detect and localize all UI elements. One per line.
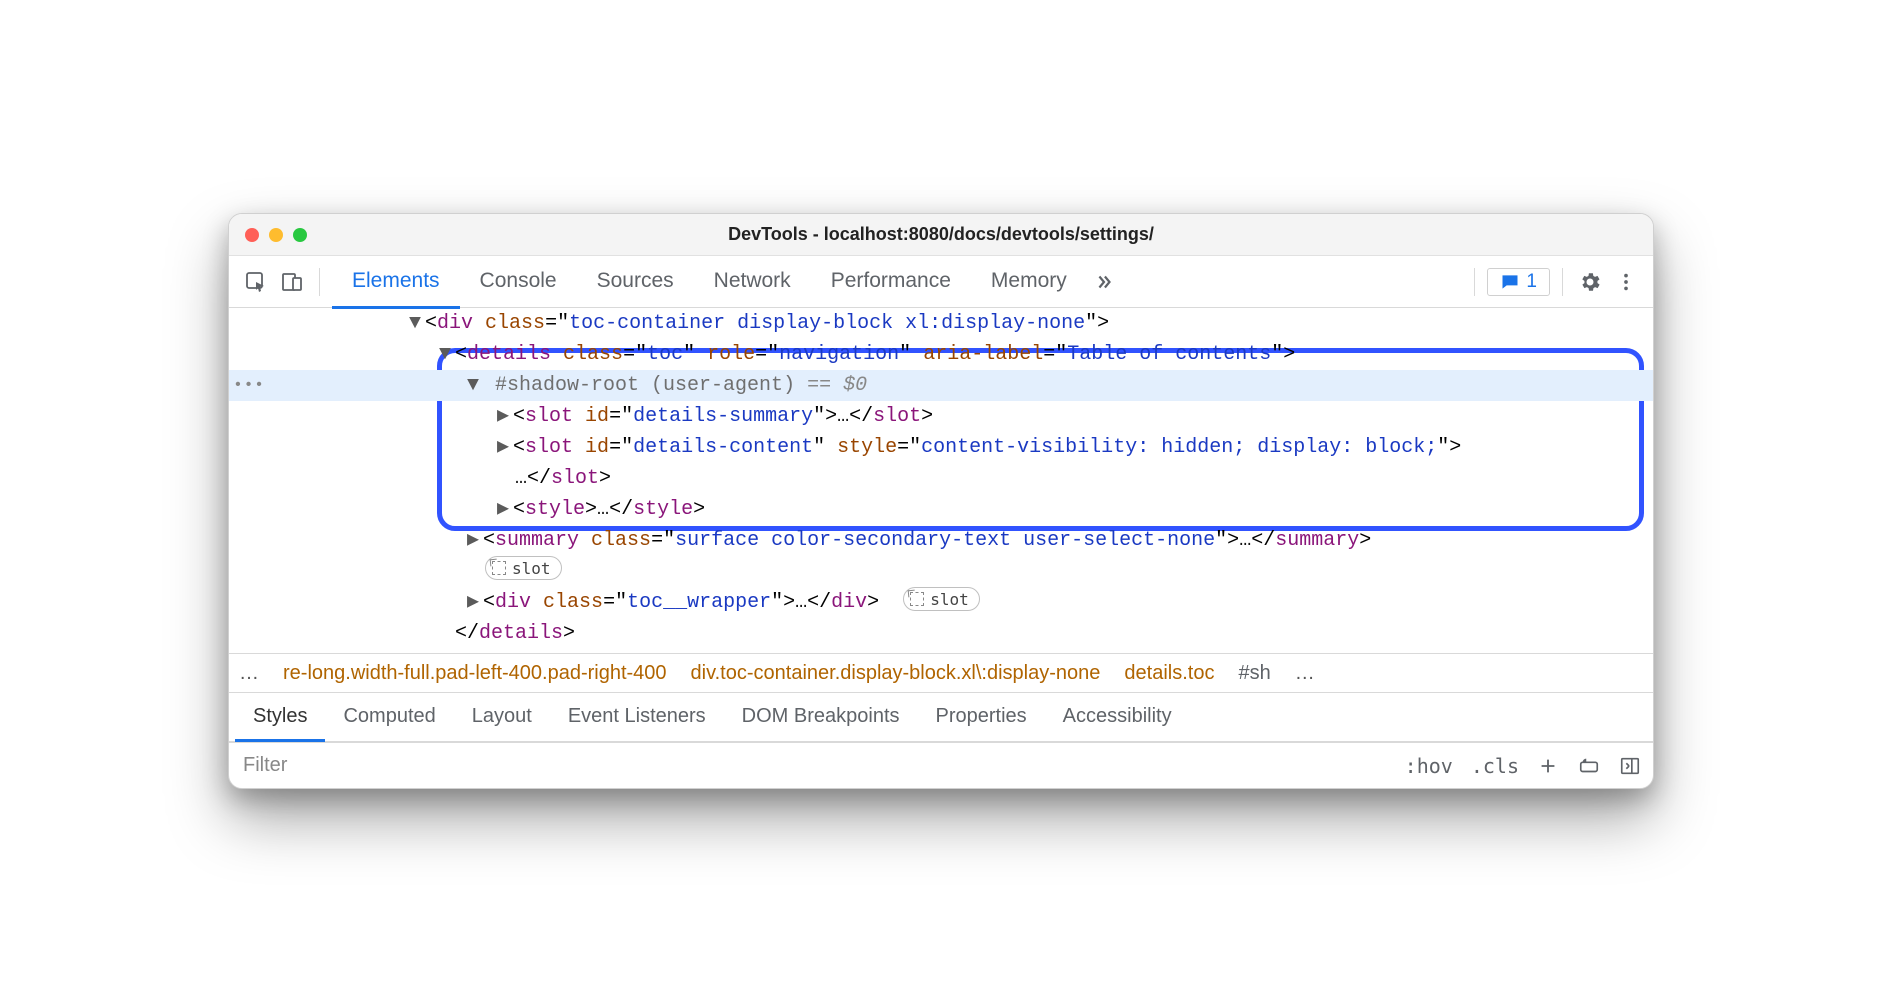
devtools-window: DevTools - localhost:8080/docs/devtools/… bbox=[228, 213, 1654, 789]
crumb-item[interactable]: #sh bbox=[1238, 662, 1270, 685]
new-style-rule-icon[interactable] bbox=[1537, 755, 1559, 777]
disclosure-open-icon[interactable]: ▼ bbox=[467, 370, 483, 401]
shadow-root-label: #shadow-root (user-agent) bbox=[495, 374, 795, 397]
disclosure-closed-icon[interactable]: ▶ bbox=[497, 401, 513, 432]
inspect-icon[interactable] bbox=[241, 267, 271, 297]
device-toggle-icon[interactable] bbox=[277, 267, 307, 297]
tab-sources[interactable]: Sources bbox=[577, 256, 694, 309]
dom-row[interactable]: ▶<slot id="details-summary">…</slot> bbox=[229, 401, 1653, 432]
tab-memory[interactable]: Memory bbox=[971, 256, 1087, 309]
dom-row[interactable]: ▶<div class="toc__wrapper">…</div> slot bbox=[229, 587, 1653, 618]
titlebar: DevTools - localhost:8080/docs/devtools/… bbox=[229, 214, 1653, 256]
selected-eq0: == $0 bbox=[807, 374, 867, 397]
reveal-icon bbox=[492, 561, 506, 575]
crumb-item[interactable]: div.toc-container.display-block.xl\:disp… bbox=[691, 662, 1101, 685]
issues-count: 1 bbox=[1526, 271, 1537, 293]
toolbar-divider bbox=[1562, 268, 1563, 296]
tab-performance[interactable]: Performance bbox=[811, 256, 971, 309]
window-title: DevTools - localhost:8080/docs/devtools/… bbox=[229, 224, 1653, 245]
subtab-computed[interactable]: Computed bbox=[325, 694, 453, 742]
subtab-layout[interactable]: Layout bbox=[454, 694, 550, 742]
dom-breadcrumbs[interactable]: … re-long.width-full.pad-left-400.pad-ri… bbox=[229, 653, 1653, 693]
subtab-event-listeners[interactable]: Event Listeners bbox=[550, 694, 724, 742]
traffic-lights bbox=[245, 228, 307, 242]
disclosure-closed-icon[interactable]: ▶ bbox=[497, 494, 513, 525]
disclosure-closed-icon[interactable]: ▶ bbox=[467, 525, 483, 556]
tab-console[interactable]: Console bbox=[460, 256, 577, 309]
cls-toggle[interactable]: .cls bbox=[1471, 754, 1519, 778]
dom-row-selected[interactable]: ••• ▼ #shadow-root (user-agent) == $0 bbox=[229, 370, 1653, 401]
disclosure-closed-icon[interactable]: ▶ bbox=[497, 432, 513, 463]
tab-network[interactable]: Network bbox=[694, 256, 811, 309]
close-button[interactable] bbox=[245, 228, 259, 242]
main-toolbar: Elements Console Sources Network Perform… bbox=[229, 256, 1653, 308]
dom-row[interactable]: ▶<style>…</style> bbox=[229, 494, 1653, 525]
gutter-dots[interactable]: ••• bbox=[229, 370, 269, 401]
gear-icon[interactable] bbox=[1575, 267, 1605, 297]
minimize-button[interactable] bbox=[269, 228, 283, 242]
slot-badge[interactable]: slot bbox=[903, 587, 980, 611]
slot-badge-label: slot bbox=[512, 553, 551, 584]
hov-toggle[interactable]: :hov bbox=[1405, 754, 1453, 778]
styles-toolbar-right: :hov .cls bbox=[1405, 754, 1641, 778]
dom-row[interactable]: …</slot> bbox=[229, 463, 1653, 494]
toolbar-divider bbox=[1474, 268, 1475, 296]
dom-tree[interactable]: ▼<div class="toc-container display-block… bbox=[229, 308, 1653, 653]
kebab-menu-icon[interactable] bbox=[1611, 267, 1641, 297]
dom-row[interactable]: ▶<summary class="surface color-secondary… bbox=[229, 525, 1653, 556]
dom-row[interactable]: ▼<div class="toc-container display-block… bbox=[229, 308, 1653, 339]
issues-button[interactable]: 1 bbox=[1487, 268, 1550, 296]
slot-badge-label: slot bbox=[930, 584, 969, 615]
toolbar-right: 1 bbox=[1468, 267, 1641, 297]
dom-row[interactable]: ▼<details class="toc" role="navigation" … bbox=[229, 339, 1653, 370]
styles-filter-input[interactable] bbox=[241, 753, 1405, 778]
subtab-accessibility[interactable]: Accessibility bbox=[1045, 694, 1190, 742]
dom-row[interactable]: </details> bbox=[229, 618, 1653, 649]
styles-subtabs: Styles Computed Layout Event Listeners D… bbox=[229, 693, 1653, 741]
crumb-scroll-right[interactable]: … bbox=[1295, 662, 1315, 685]
reveal-icon bbox=[910, 592, 924, 606]
panel-tabs: Elements Console Sources Network Perform… bbox=[332, 256, 1087, 308]
rendering-emulations-icon[interactable] bbox=[1577, 755, 1601, 777]
crumb-item[interactable]: details.toc bbox=[1124, 662, 1214, 685]
disclosure-closed-icon[interactable]: ▶ bbox=[467, 587, 483, 618]
slot-badge[interactable]: slot bbox=[485, 556, 562, 580]
subtab-styles[interactable]: Styles bbox=[235, 694, 325, 742]
crumb-scroll-left[interactable]: … bbox=[239, 662, 259, 685]
computed-sidebar-toggle-icon[interactable] bbox=[1619, 755, 1641, 777]
dom-row[interactable]: slot bbox=[229, 556, 1653, 587]
disclosure-open-icon[interactable]: ▼ bbox=[409, 308, 425, 339]
dom-row[interactable]: ▶<slot id="details-content" style="conte… bbox=[229, 432, 1653, 463]
more-tabs-icon[interactable] bbox=[1093, 271, 1115, 293]
subtab-dom-breakpoints[interactable]: DOM Breakpoints bbox=[724, 694, 918, 742]
tab-elements[interactable]: Elements bbox=[332, 256, 460, 309]
disclosure-open-icon[interactable]: ▼ bbox=[439, 339, 455, 370]
toolbar-divider bbox=[319, 268, 320, 296]
crumb-item[interactable]: re-long.width-full.pad-left-400.pad-righ… bbox=[283, 662, 667, 685]
maximize-button[interactable] bbox=[293, 228, 307, 242]
styles-toolbar: :hov .cls bbox=[229, 742, 1653, 788]
subtab-properties[interactable]: Properties bbox=[918, 694, 1045, 742]
